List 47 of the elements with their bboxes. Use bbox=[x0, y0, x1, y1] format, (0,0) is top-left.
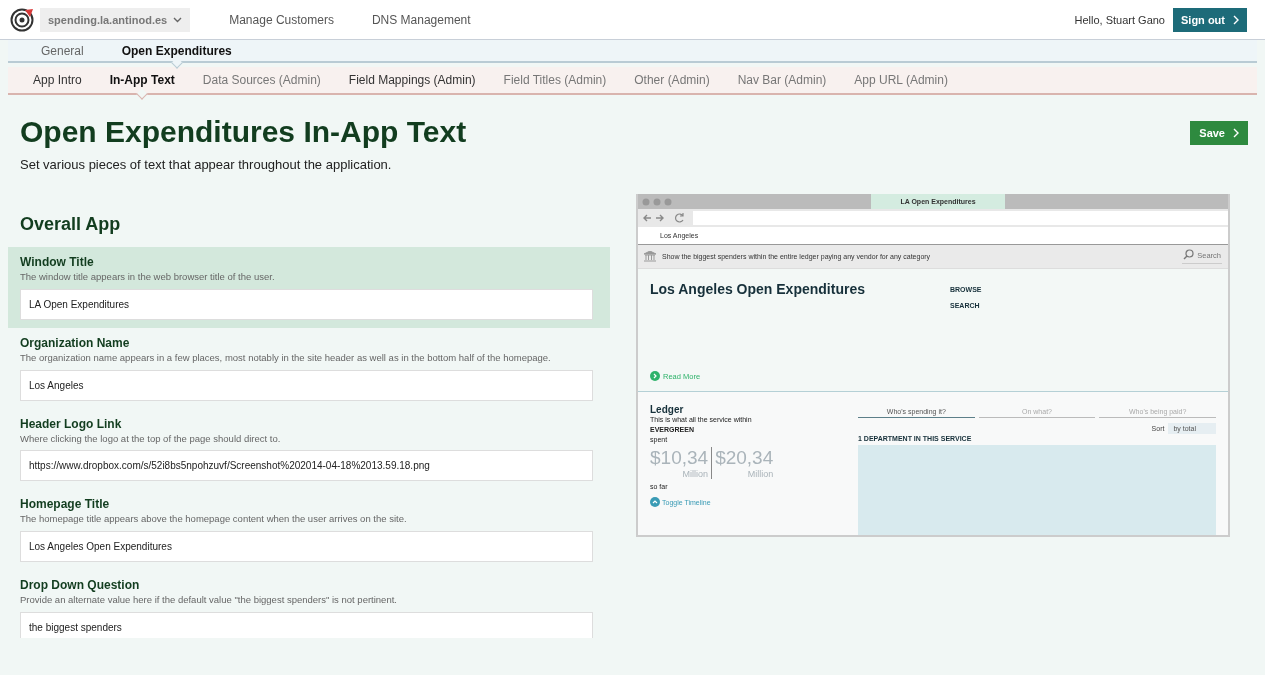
field-help-text: Where clicking the logo at the top of the page should direct to. bbox=[20, 432, 282, 446]
field-help-text: The window title appears in the web browser title of the user. bbox=[20, 271, 276, 284]
text-field[interactable]: the biggest spenders bbox=[20, 612, 593, 638]
nav-link[interactable]: Manage Customers bbox=[229, 12, 334, 27]
chevron-icon bbox=[1233, 128, 1239, 138]
text-field[interactable]: Los Angeles bbox=[20, 369, 593, 401]
ledger-title: Ledger bbox=[650, 404, 685, 415]
nav-tab[interactable]: App Intro bbox=[33, 73, 82, 87]
nav-tab[interactable]: App URL (Admin) bbox=[854, 73, 948, 87]
page-subtitle: Set various pieces of text that appear throughout the application. bbox=[20, 157, 393, 172]
search-icon bbox=[1183, 249, 1195, 262]
logo-icon[interactable] bbox=[10, 7, 34, 32]
text-field[interactable]: https://www.dropbox.com/s/52i8bs5npohzuvf/Screenshot%202014-04-18%2013.59.18.png bbox=[20, 450, 593, 482]
section-title: Overall App bbox=[20, 214, 122, 235]
amount-unit: Million bbox=[746, 469, 774, 480]
field-label: Drop Down Question bbox=[20, 578, 141, 593]
field-help-text: The homepage title appears above the homepage content when the user arrives on the site. bbox=[20, 513, 408, 527]
caret-icon bbox=[173, 16, 183, 23]
text-field[interactable]: Los Angeles Open Expenditures bbox=[20, 531, 593, 563]
page-title: Open Expenditures In-App Text bbox=[20, 115, 467, 149]
field-label: Homepage Title bbox=[20, 497, 111, 512]
site-dropdown[interactable]: spending.la.antinod.es bbox=[40, 7, 191, 32]
greeting-text: Hello, Stuart Gano bbox=[1074, 13, 1165, 26]
amount-value: $10,34 bbox=[650, 447, 709, 470]
nav-tab[interactable]: General bbox=[41, 43, 84, 58]
bank-icon bbox=[644, 251, 656, 262]
homepage-title: Los Angeles Open Expenditures bbox=[650, 281, 866, 299]
nav-tab[interactable]: In-App Text bbox=[109, 73, 175, 87]
field-label: Window Title bbox=[20, 255, 95, 269]
nav-tab[interactable]: Nav Bar (Admin) bbox=[737, 73, 827, 87]
chevron-icon bbox=[1233, 14, 1239, 25]
field-label: Header Logo Link bbox=[20, 416, 123, 431]
nav-link[interactable]: DNS Management bbox=[371, 12, 471, 27]
nav-tab[interactable]: Field Mappings (Admin) bbox=[348, 73, 476, 87]
field-help-text: Provide an alternate value here if the default value "the biggest spenders" is not pertinent. bbox=[20, 594, 398, 608]
amount-value: $20,34 bbox=[715, 447, 774, 470]
browser-nav-icon bbox=[643, 212, 687, 224]
nav-tab[interactable]: Field Titles (Admin) bbox=[503, 73, 607, 87]
save-button[interactable]: Save bbox=[1190, 121, 1248, 145]
field-help-text: The organization name appears in a few places, most notably in the site header as well as in the bottom half of the homepage. bbox=[20, 351, 552, 365]
sign-out-button[interactable]: Sign out bbox=[1173, 7, 1247, 32]
field-label: Organization Name bbox=[20, 335, 131, 350]
tab-pointer-icon bbox=[136, 88, 148, 100]
nav-tab[interactable]: Other (Admin) bbox=[634, 73, 710, 87]
nav-tab[interactable]: Data Sources (Admin) bbox=[202, 73, 321, 87]
amount-unit: Million bbox=[681, 469, 709, 480]
text-field[interactable]: LA Open Expenditures bbox=[20, 288, 593, 320]
